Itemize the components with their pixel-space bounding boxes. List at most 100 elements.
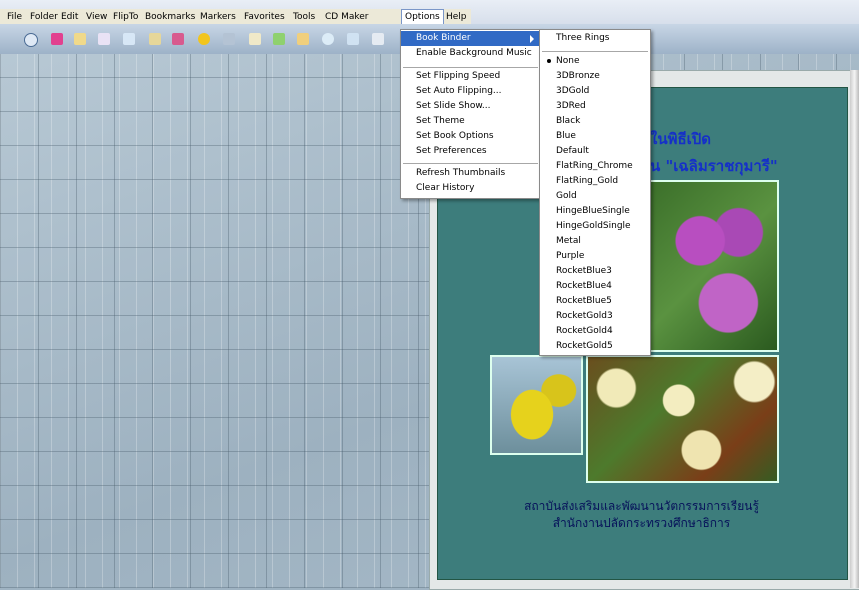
binder-option-metal[interactable]: Metal (540, 234, 650, 249)
binder-option-label: None (556, 56, 580, 66)
dialog-icon[interactable] (347, 33, 359, 45)
binder-option-label: RocketGold3 (556, 311, 613, 321)
menu-folder[interactable]: Folder (27, 10, 61, 24)
binder-option-blue[interactable]: Blue (540, 129, 650, 144)
refresh-thumbnails-label: Refresh Thumbnails (416, 168, 506, 178)
binder-three-rings[interactable]: Three Rings (540, 31, 650, 46)
book-edge (850, 70, 859, 588)
menu-favorites[interactable]: Favorites (241, 10, 288, 24)
binder-option-flatring-chrome[interactable]: FlatRing_Chrome (540, 159, 650, 174)
book-open-icon[interactable] (74, 33, 86, 45)
binder-option-rocketgold4[interactable]: RocketGold4 (540, 324, 650, 339)
set-preferences-label: Set Preferences (416, 146, 487, 156)
binder-option-rocketblue4[interactable]: RocketBlue4 (540, 279, 650, 294)
menu-item-set-theme[interactable]: Set Theme (401, 114, 540, 129)
book-icon[interactable] (98, 33, 110, 45)
binder-option-rocketgold5[interactable]: RocketGold5 (540, 339, 650, 354)
clear-history-label: Clear History (416, 183, 475, 193)
flower-photo-yellow (490, 355, 583, 455)
menu-item-book-binder[interactable]: Book Binder (401, 31, 540, 46)
menu-separator (403, 163, 538, 164)
binder-option-hingebluesingle[interactable]: HingeBlueSingle (540, 204, 650, 219)
binder-option-label: RocketBlue5 (556, 296, 612, 306)
clipboard-icon[interactable] (172, 33, 184, 45)
add-icon[interactable] (198, 33, 210, 45)
page-arrow-icon[interactable] (123, 33, 135, 45)
menu-item-set-book-options[interactable]: Set Book Options (401, 129, 540, 144)
menu-item-enable-background-music[interactable]: Enable Background Music (401, 46, 540, 61)
binder-option-hingegoldsingle[interactable]: HingeGoldSingle (540, 219, 650, 234)
binder-option-none[interactable]: None (540, 54, 650, 69)
binder-option-rocketblue3[interactable]: RocketBlue3 (540, 264, 650, 279)
menu-item-set-preferences[interactable]: Set Preferences (401, 144, 540, 159)
menu-item-set-slide-show[interactable]: Set Slide Show... (401, 99, 540, 114)
binder-option-label: 3DBronze (556, 71, 600, 81)
menu-item-set-auto-flipping[interactable]: Set Auto Flipping... (401, 84, 540, 99)
set-book-options-label: Set Book Options (416, 131, 494, 141)
binder-option-label: HingeGoldSingle (556, 221, 631, 231)
pencil-icon[interactable] (223, 33, 235, 45)
search-icon[interactable] (322, 33, 334, 45)
binder-option-label: Black (556, 116, 581, 126)
set-flipping-speed-label: Set Flipping Speed (416, 71, 501, 81)
binder-option-3dbronze[interactable]: 3DBronze (540, 69, 650, 84)
binder-option-label: 3DGold (556, 86, 590, 96)
binder-option-default[interactable]: Default (540, 144, 650, 159)
binder-option-rocketgold3[interactable]: RocketGold3 (540, 309, 650, 324)
book-title-line1: ในพิธีเปิด (650, 130, 712, 148)
set-auto-flipping-label: Set Auto Flipping... (416, 86, 502, 96)
menu-flipto[interactable]: FlipTo (110, 10, 141, 24)
book-pages-icon[interactable] (249, 33, 261, 45)
options-menu: Book Binder Enable Background Music Set … (400, 29, 541, 199)
binder-option-label: Default (556, 146, 589, 156)
menu-tools[interactable]: Tools (290, 10, 318, 24)
submenu-arrow-icon (530, 35, 534, 43)
binder-option-label: RocketBlue4 (556, 281, 612, 291)
marker-icon[interactable] (273, 33, 285, 45)
book-pink-icon[interactable] (51, 33, 63, 45)
binder-option-3dgold[interactable]: 3DGold (540, 84, 650, 99)
menu-bookmarks[interactable]: Bookmarks (142, 10, 198, 24)
menu-separator (542, 51, 648, 52)
binder-three-rings-label: Three Rings (556, 33, 610, 43)
binder-option-gold[interactable]: Gold (540, 189, 650, 204)
binder-option-label: Blue (556, 131, 576, 141)
binder-option-label: Metal (556, 236, 581, 246)
binder-option-3dred[interactable]: 3DRed (540, 99, 650, 114)
binder-option-label: 3DRed (556, 101, 586, 111)
flower-photo-purple (647, 180, 779, 352)
binder-option-label: FlatRing_Gold (556, 176, 619, 186)
book-title-line2: น "เฉลิมราชกุมารี" (650, 157, 778, 175)
menu-cd-maker[interactable]: CD Maker (322, 10, 371, 24)
flower-photo-white (586, 355, 779, 483)
binder-option-rocketblue5[interactable]: RocketBlue5 (540, 294, 650, 309)
binder-option-purple[interactable]: Purple (540, 249, 650, 264)
menu-separator (403, 67, 538, 68)
binder-option-label: RocketBlue3 (556, 266, 612, 276)
binder-option-label: Gold (556, 191, 577, 201)
binder-option-label: RocketGold4 (556, 326, 613, 336)
menu-item-set-flipping-speed[interactable]: Set Flipping Speed (401, 69, 540, 84)
set-slide-show-label: Set Slide Show... (416, 101, 491, 111)
window-icon[interactable] (372, 33, 384, 45)
binder-option-label: HingeBlueSingle (556, 206, 630, 216)
book-binder-submenu: Three Rings None 3DBronze 3DGold 3DRed Black… (539, 29, 651, 356)
menu-item-clear-history[interactable]: Clear History (401, 181, 540, 196)
menu-edit[interactable]: Edit (58, 10, 81, 24)
menu-view[interactable]: View (83, 10, 110, 24)
binder-option-black[interactable]: Black (540, 114, 650, 129)
menu-item-refresh-thumbnails[interactable]: Refresh Thumbnails (401, 166, 540, 181)
set-theme-label: Set Theme (416, 116, 465, 126)
menu-options[interactable]: Options (401, 9, 444, 25)
binder-option-label: RocketGold5 (556, 341, 613, 351)
book-footer-line2: สำนักงานปลัดกระทรวงศึกษาธิการ (552, 516, 731, 530)
eye-icon[interactable] (24, 33, 38, 47)
book-flip-icon[interactable] (149, 33, 161, 45)
menu-help[interactable]: Help (443, 10, 470, 24)
binder-option-label: FlatRing_Chrome (556, 161, 633, 171)
binder-option-flatring-gold[interactable]: FlatRing_Gold (540, 174, 650, 189)
favorites-icon[interactable] (297, 33, 309, 45)
book-binder-label: Book Binder (416, 33, 471, 43)
menu-file[interactable]: File (4, 10, 25, 24)
menu-markers[interactable]: Markers (197, 10, 239, 24)
